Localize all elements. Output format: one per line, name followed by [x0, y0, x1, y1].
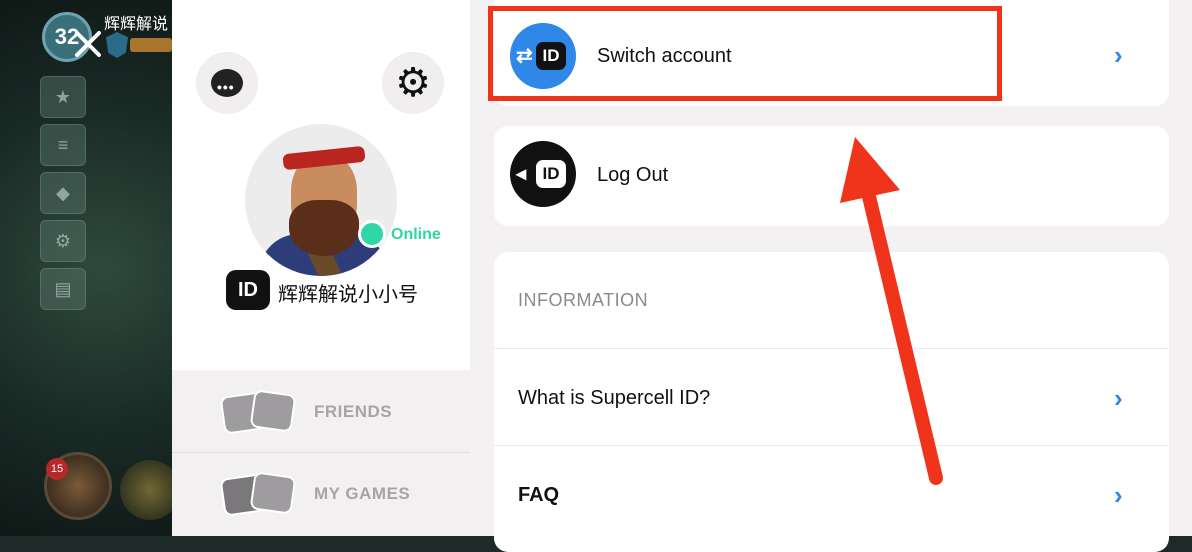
- annotation-arrow: [840, 137, 943, 485]
